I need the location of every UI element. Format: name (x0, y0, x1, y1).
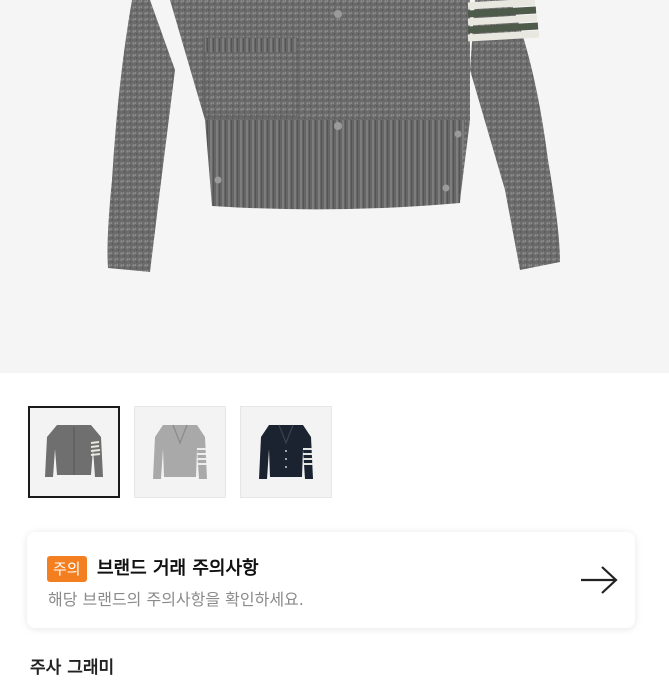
thumbnail-2[interactable] (134, 406, 226, 498)
arrow-right-icon[interactable] (579, 564, 619, 596)
section-heading-partial: 주사 그래미 (30, 658, 115, 678)
product-main-image[interactable] (0, 0, 669, 373)
notice-title: 브랜드 거래 주의사항 (97, 558, 259, 579)
grey-cardigan-thumb-icon (45, 425, 103, 477)
brand-notice-card[interactable]: 주의 브랜드 거래 주의사항 해당 브랜드의 주의사항을 확인하세요. (27, 532, 635, 628)
notice-description: 해당 브랜드의 주의사항을 확인하세요. (48, 590, 304, 609)
caution-badge: 주의 (47, 556, 87, 582)
thumbnail-3[interactable] (240, 406, 332, 498)
thumbnail-1[interactable] (28, 406, 120, 498)
cardigan-photo-icon (107, 0, 560, 272)
light-grey-cardigan-thumb-icon (153, 424, 207, 479)
navy-cardigan-thumb-icon (259, 424, 313, 479)
thumbnail-list (28, 406, 332, 498)
